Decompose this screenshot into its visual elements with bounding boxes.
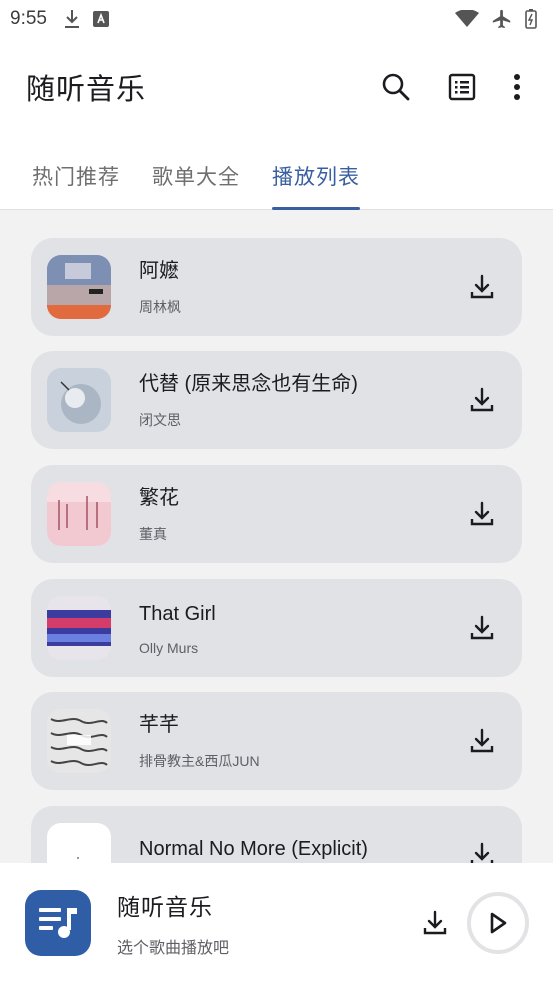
status-time: 9:55 (10, 8, 47, 29)
album-cover (47, 255, 111, 319)
player-artwork (25, 890, 91, 956)
song-artist: 闭文思 (139, 412, 181, 428)
song-item[interactable]: That Girl Olly Murs (31, 579, 522, 677)
album-cover (47, 709, 111, 773)
search-icon (382, 73, 410, 101)
album-cover (47, 482, 111, 546)
tab-playlists[interactable]: 歌单大全 (152, 142, 240, 210)
song-artist: Olly Murs (139, 640, 199, 656)
download-icon (470, 728, 494, 753)
download-button[interactable] (454, 259, 510, 315)
app-title: 随听音乐 (26, 72, 147, 106)
battery-icon (525, 9, 537, 29)
tab-bar: 热门推荐 歌单大全 播放列表 (0, 142, 553, 210)
play-icon (490, 912, 507, 934)
song-item[interactable]: 阿嬷 周林枫 (31, 238, 522, 336)
player-download-button[interactable] (407, 895, 463, 951)
song-artist: 周林枫 (139, 299, 181, 315)
song-title: That Girl (139, 603, 216, 625)
download-status-icon (64, 10, 79, 28)
player-subtitle: 选个歌曲播放吧 (117, 938, 230, 957)
app-bar: 随听音乐 (0, 56, 553, 118)
playlist-button[interactable] (429, 59, 495, 115)
download-button[interactable] (454, 486, 510, 542)
download-button[interactable] (454, 827, 510, 863)
airplane-icon (492, 9, 511, 29)
mini-player[interactable]: 随听音乐 选个歌曲播放吧 (0, 863, 553, 983)
download-icon (470, 387, 494, 412)
song-item[interactable]: Normal No More (Explicit) (31, 806, 522, 863)
play-button[interactable] (467, 892, 529, 954)
download-icon (470, 615, 494, 640)
download-icon (470, 842, 494, 863)
album-cover (47, 596, 111, 660)
song-title: Normal No More (Explicit) (139, 838, 368, 860)
list-icon (448, 73, 476, 101)
song-item[interactable]: 芊芊 排骨教主&西瓜JUN (31, 692, 522, 790)
player-title: 随听音乐 (117, 895, 213, 921)
tab-play-queue[interactable]: 播放列表 (272, 142, 360, 210)
song-artist: 董真 (139, 526, 167, 542)
wifi-icon (455, 10, 479, 27)
more-options-button[interactable] (495, 59, 539, 115)
song-item[interactable]: 繁花 董真 (31, 465, 522, 563)
album-cover (47, 823, 111, 863)
search-button[interactable] (363, 59, 429, 115)
song-list[interactable]: 阿嬷 周林枫 代替 (原来思念也有生命) 闭文思 繁花 董真 That Girl… (0, 210, 553, 863)
song-title: 繁花 (139, 487, 179, 509)
song-title: 代替 (原来思念也有生命) (139, 373, 358, 395)
status-bar: 9:55 (0, 0, 553, 38)
more-vert-icon (514, 74, 520, 100)
app-a-status-icon (92, 11, 109, 27)
download-icon (470, 274, 494, 299)
song-artist: 排骨教主&西瓜JUN (139, 753, 260, 769)
song-item[interactable]: 代替 (原来思念也有生命) 闭文思 (31, 351, 522, 449)
tab-hot-recommend[interactable]: 热门推荐 (32, 142, 120, 210)
download-icon (470, 501, 494, 526)
album-cover (47, 368, 111, 432)
download-button[interactable] (454, 600, 510, 656)
download-button[interactable] (454, 713, 510, 769)
download-icon (423, 910, 447, 935)
song-title: 芊芊 (139, 714, 179, 736)
song-title: 阿嬷 (139, 260, 179, 282)
download-button[interactable] (454, 372, 510, 428)
music-queue-icon (39, 908, 77, 938)
